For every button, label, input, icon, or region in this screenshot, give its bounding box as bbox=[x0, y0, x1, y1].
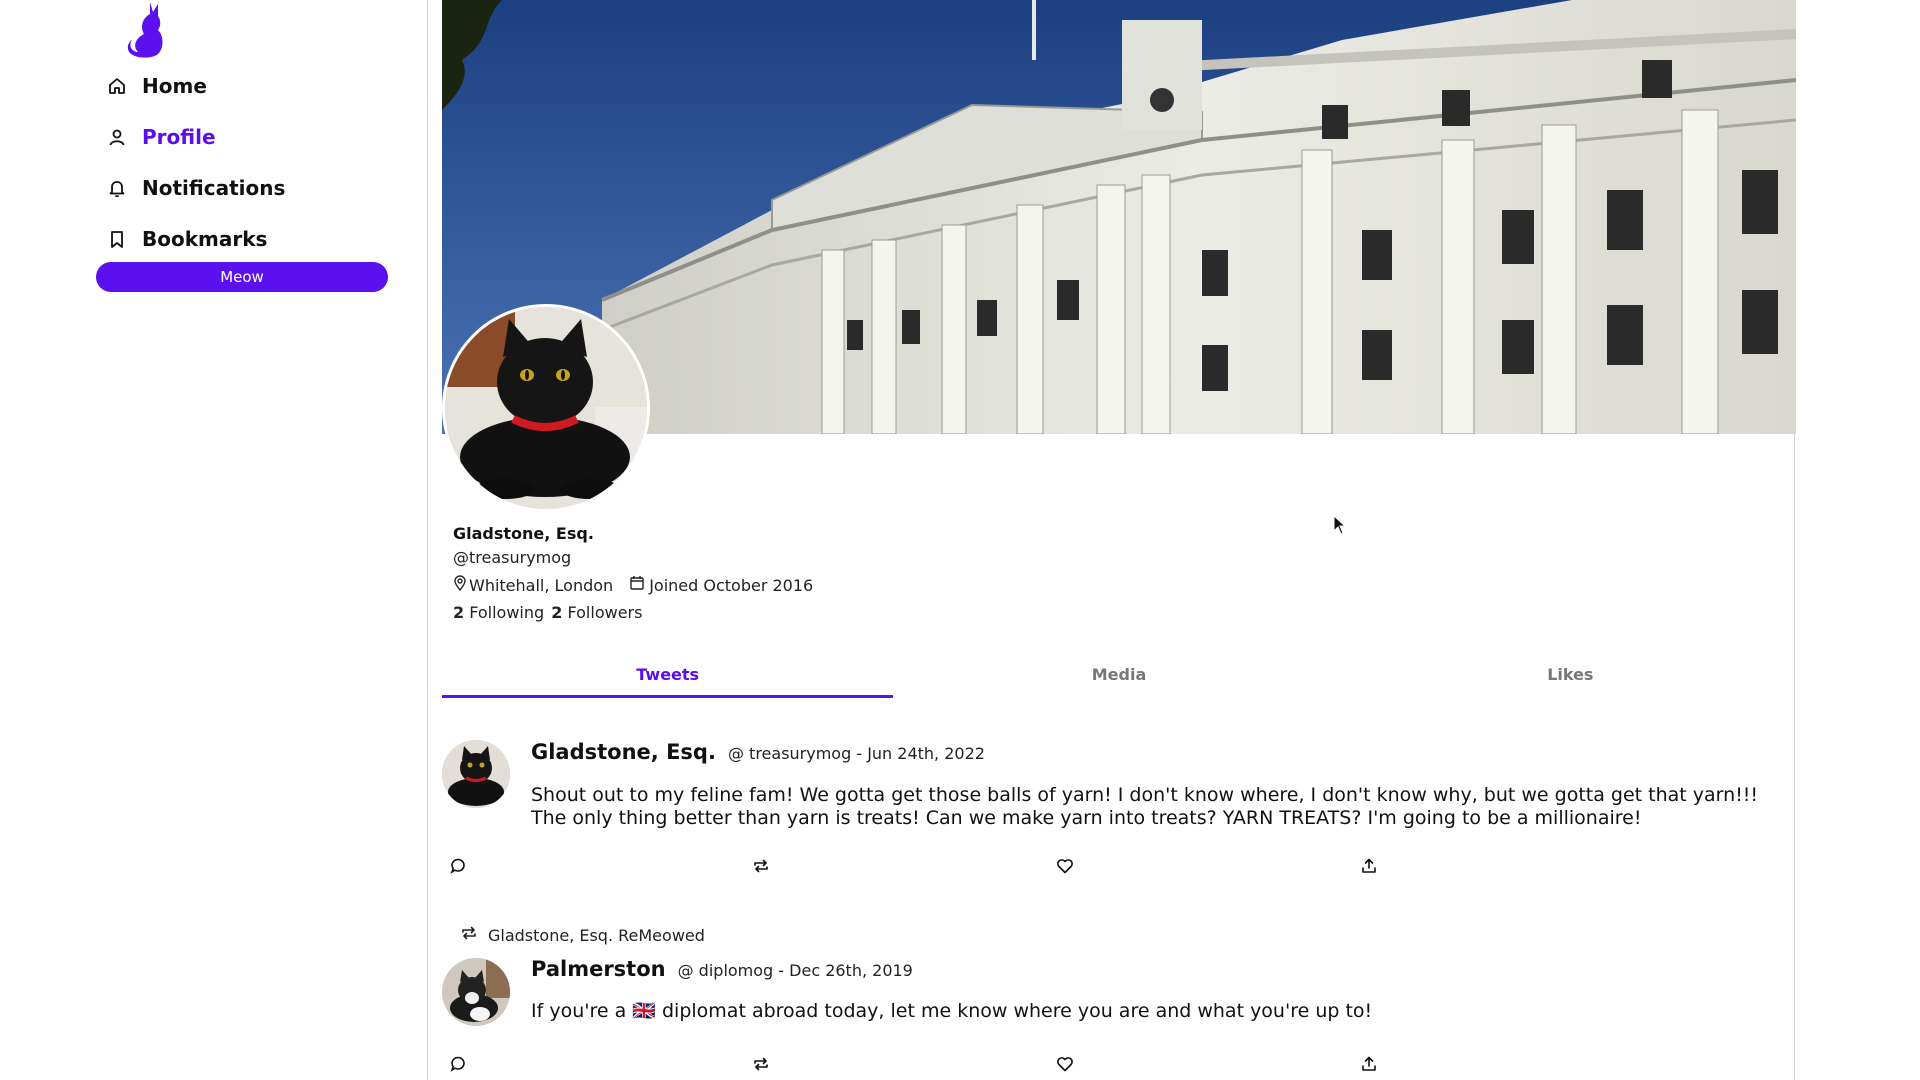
like-icon[interactable] bbox=[1053, 854, 1077, 878]
meow-button[interactable]: Meow bbox=[96, 262, 388, 292]
profile-location-text: Whitehall, London bbox=[469, 575, 614, 595]
profile-info: Gladstone, Esq. @treasurymog Whitehall, … bbox=[453, 524, 829, 622]
tweet-author-name[interactable]: Gladstone, Esq. bbox=[531, 740, 716, 764]
home-icon bbox=[106, 75, 128, 97]
tweet-header: Palmerston @ diplomog - Dec 26th, 2019 bbox=[531, 957, 913, 981]
remeow-indicator: Gladstone, Esq. ReMeowed bbox=[460, 924, 705, 946]
tweet-actions bbox=[442, 854, 1442, 878]
followers-label: Followers bbox=[567, 603, 643, 622]
sidebar: Home Profile Notifications Bookmarks Meo… bbox=[0, 0, 428, 1080]
profile-joined-text: Joined October 2016 bbox=[649, 575, 814, 595]
tweet-header: Gladstone, Esq. @ treasurymog - Jun 24th… bbox=[531, 740, 985, 764]
reply-icon[interactable] bbox=[446, 854, 470, 878]
profile-handle: @treasurymog bbox=[453, 548, 572, 567]
remeow-icon[interactable] bbox=[749, 1052, 773, 1076]
user-icon bbox=[106, 126, 128, 148]
followers-count: 2 bbox=[551, 603, 563, 622]
tweet-body: Shout out to my feline fam! We gotta get… bbox=[531, 784, 1759, 829]
tweet-body: If you're a 🇬🇧 diplomat abroad today, le… bbox=[531, 1000, 1791, 1023]
tweet-item[interactable]: Gladstone, Esq. @ treasurymog - Jun 24th… bbox=[442, 740, 1796, 890]
sidebar-item-label: Notifications bbox=[142, 176, 286, 200]
like-icon[interactable] bbox=[1053, 1052, 1077, 1076]
sidebar-item-label: Profile bbox=[142, 125, 216, 149]
cat-logo-icon[interactable] bbox=[120, 0, 164, 58]
tweet-avatar[interactable] bbox=[442, 740, 510, 808]
sidebar-item-bookmarks[interactable]: Bookmarks bbox=[106, 224, 267, 254]
profile-banner bbox=[442, 0, 1796, 434]
profile-display-name: Gladstone, Esq. bbox=[453, 524, 594, 543]
followers-link[interactable]: 2 Followers bbox=[551, 603, 642, 622]
tweet-author-name[interactable]: Palmerston bbox=[531, 957, 666, 981]
profile-avatar[interactable] bbox=[442, 304, 650, 512]
share-icon[interactable] bbox=[1357, 854, 1381, 878]
sidebar-item-notifications[interactable]: Notifications bbox=[106, 173, 285, 203]
tweet-item[interactable]: Gladstone, Esq. ReMeowed Palmerston @ di… bbox=[442, 924, 1796, 1080]
uk-flag-icon: 🇬🇧 bbox=[632, 1000, 656, 1022]
bookmark-icon bbox=[106, 228, 128, 250]
tab-tweets[interactable]: Tweets bbox=[442, 650, 894, 698]
remeow-icon[interactable] bbox=[749, 854, 773, 878]
tweet-meta: @ diplomog - Dec 26th, 2019 bbox=[677, 961, 913, 980]
tab-media[interactable]: Media bbox=[893, 650, 1344, 698]
remeow-by-text: Gladstone, Esq. ReMeowed bbox=[488, 925, 705, 945]
calendar-icon bbox=[629, 575, 649, 595]
profile-meta: Whitehall, London Joined October 2016 bbox=[453, 575, 829, 595]
tweet-body-text: diplomat abroad today, let me know where… bbox=[662, 1000, 1373, 1022]
remeow-indicator-icon bbox=[460, 924, 488, 946]
main-column: Gladstone, Esq. @treasurymog Whitehall, … bbox=[427, 0, 1796, 1080]
following-link[interactable]: 2 Following bbox=[453, 603, 544, 622]
sidebar-item-home[interactable]: Home bbox=[106, 71, 207, 101]
following-count: 2 bbox=[453, 603, 465, 622]
sidebar-item-profile[interactable]: Profile bbox=[106, 122, 216, 152]
share-icon[interactable] bbox=[1357, 1052, 1381, 1076]
tweet-body-text: If you're a bbox=[531, 1000, 627, 1022]
location-pin-icon bbox=[453, 575, 469, 595]
sidebar-item-label: Bookmarks bbox=[142, 227, 268, 251]
reply-icon[interactable] bbox=[446, 1052, 470, 1076]
tab-likes[interactable]: Likes bbox=[1345, 650, 1796, 698]
following-label: Following bbox=[469, 603, 545, 622]
tweet-actions bbox=[442, 1052, 1442, 1076]
tweet-meta: @ treasurymog - Jun 24th, 2022 bbox=[727, 744, 985, 763]
bell-icon bbox=[106, 177, 128, 199]
profile-tabs: Tweets Media Likes bbox=[442, 650, 1796, 698]
profile-follow-stats: 2 Following 2 Followers bbox=[453, 603, 829, 622]
tweet-avatar[interactable] bbox=[442, 958, 510, 1026]
mouse-cursor-icon bbox=[1333, 514, 1347, 535]
profile-joined: Joined October 2016 bbox=[629, 575, 813, 595]
profile-location: Whitehall, London bbox=[453, 575, 613, 595]
sidebar-item-label: Home bbox=[142, 74, 207, 98]
